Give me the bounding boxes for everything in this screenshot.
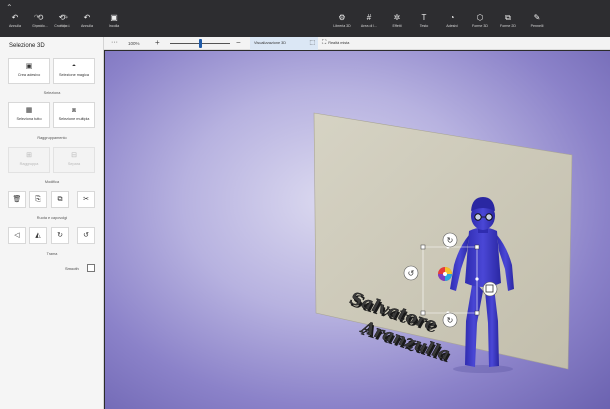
tool-stickers[interactable]: ◔ Adesivi (439, 13, 465, 35)
mixed-reality-icon: ⛶ (322, 40, 327, 46)
menu-chevron-icon[interactable]: ⌃ (6, 3, 13, 12)
view-3d-button[interactable]: Visualizzazione 3D ⬚ (250, 37, 318, 50)
sticker-icon: ◔ (449, 13, 455, 22)
text-icon: T (421, 13, 427, 22)
mixed-reality-button[interactable]: ⛶ Realtà mista (322, 37, 349, 50)
rotate-handle-left[interactable]: ↺ (403, 265, 419, 281)
zoom-slider-thumb[interactable] (199, 39, 202, 48)
figure-shadow (453, 365, 513, 373)
section-select: Seleziona (43, 91, 61, 95)
history2-button[interactable]: ⟲ Cronolo... (49, 13, 75, 35)
side-panel: Selezione 3D ▣ Crea adesivo ◓ Selezione … (0, 37, 104, 409)
ungroup-button[interactable]: ⊟ Separa (53, 147, 95, 173)
rotate-left-icon[interactable]: ↺ (77, 227, 95, 244)
canvas-icon: # (366, 13, 372, 22)
tool-3d-library[interactable]: ⚙ Libreria 3D (329, 13, 355, 35)
group-button[interactable]: ⊞ Raggruppa (8, 147, 50, 173)
flip-horizontal-icon[interactable]: ◭ (29, 227, 47, 244)
shapes3d-icon: ⬡ (476, 13, 484, 22)
paste-icon[interactable]: ⎘ (29, 191, 47, 208)
tool-canvas[interactable]: # Area di l... (356, 13, 382, 35)
undo2-button[interactable]: ↶ Annulla (74, 13, 100, 35)
create-sticker-button[interactable]: ▣ Crea adesivo (8, 58, 50, 84)
tool-effects[interactable]: ✲ Effetti (384, 13, 410, 35)
copy-icon[interactable]: ⧉ (51, 191, 69, 208)
history-icon: ⟲ (58, 13, 66, 22)
scene-svg: Salvatore Salvatore Aranzulla Aranzulla (313, 112, 573, 373)
redo2-button[interactable]: ↷ Ripeti (24, 13, 50, 35)
flip-vertical-icon[interactable]: ◁ (8, 227, 26, 244)
insert-button[interactable]: ▣ Incolla (101, 13, 127, 35)
rotate-handle-bottom[interactable]: ↻ (442, 312, 458, 328)
zoom-out-button[interactable]: − (236, 37, 241, 49)
depth-handle[interactable] (482, 281, 498, 297)
rotate-handle-top[interactable]: ↻ (442, 232, 458, 248)
group-icon: ⊞ (26, 152, 32, 159)
view-3d-icon: ⬚ (309, 40, 315, 46)
smooth-label: Smooth (65, 266, 79, 271)
insert-icon: ▣ (110, 13, 118, 22)
section-texture: Trama (46, 252, 58, 256)
rotate-right-icon[interactable]: ↻ (51, 227, 69, 244)
select-all-button[interactable]: ▦ Seleziona tutto (8, 102, 50, 128)
tool-brushes[interactable]: ✎ Pennelli (524, 13, 550, 35)
magic-select-button[interactable]: ◓ Selezione magica (53, 58, 95, 84)
tool-2d-shapes[interactable]: ⧉ Forme 2D (495, 13, 521, 35)
brush-icon: ✎ (533, 13, 541, 22)
magic-select-icon: ◓ (71, 63, 77, 70)
sticker-icon: ▣ (25, 63, 33, 70)
zoom-in-button[interactable]: + (155, 37, 160, 49)
section-edit: Modifica (44, 180, 60, 184)
undo-icon: ↶ (83, 13, 91, 22)
canvas-area[interactable]: Salvatore Salvatore Aranzulla Aranzulla (105, 51, 610, 409)
more-options-icon[interactable]: ··· (111, 37, 118, 48)
smooth-checkbox[interactable] (87, 264, 95, 272)
multi-select-icon: ⧈ (71, 107, 77, 114)
view-bar: ··· 100% + − Visualizzazione 3D ⬚ ⛶ Realt… (104, 37, 610, 50)
section-group: Raggruppamento (37, 136, 67, 140)
svg-text:↻: ↻ (447, 236, 454, 245)
shapes2d-icon: ⧉ (505, 13, 511, 22)
effects-icon: ✲ (393, 13, 401, 22)
redo-icon: ↷ (33, 13, 41, 22)
tool-text[interactable]: T Testo (411, 13, 437, 35)
svg-text:↺: ↺ (408, 269, 415, 278)
color-sticker[interactable] (438, 267, 452, 281)
select-all-icon: ▦ (25, 107, 33, 114)
zoom-level: 100% (128, 41, 140, 46)
panel-title: Selezione 3D (9, 43, 45, 49)
delete-icon[interactable]: 🗑 (8, 191, 26, 208)
svg-text:↻: ↻ (447, 316, 454, 325)
tool-3d-shapes[interactable]: ⬡ Forme 3D (467, 13, 493, 35)
top-toolbar: ⌃ ↶ Annulla ⟲ Cronolo... ↷ Ripeti ▣ Inco… (0, 0, 610, 37)
multi-select-button[interactable]: ⧈ Selezione multipla (53, 102, 95, 128)
cut-icon[interactable]: ✂ (77, 191, 95, 208)
library-icon: ⚙ (338, 13, 346, 22)
section-rotate: Ruota e capovolgi (36, 216, 68, 220)
ungroup-icon: ⊟ (71, 152, 77, 159)
